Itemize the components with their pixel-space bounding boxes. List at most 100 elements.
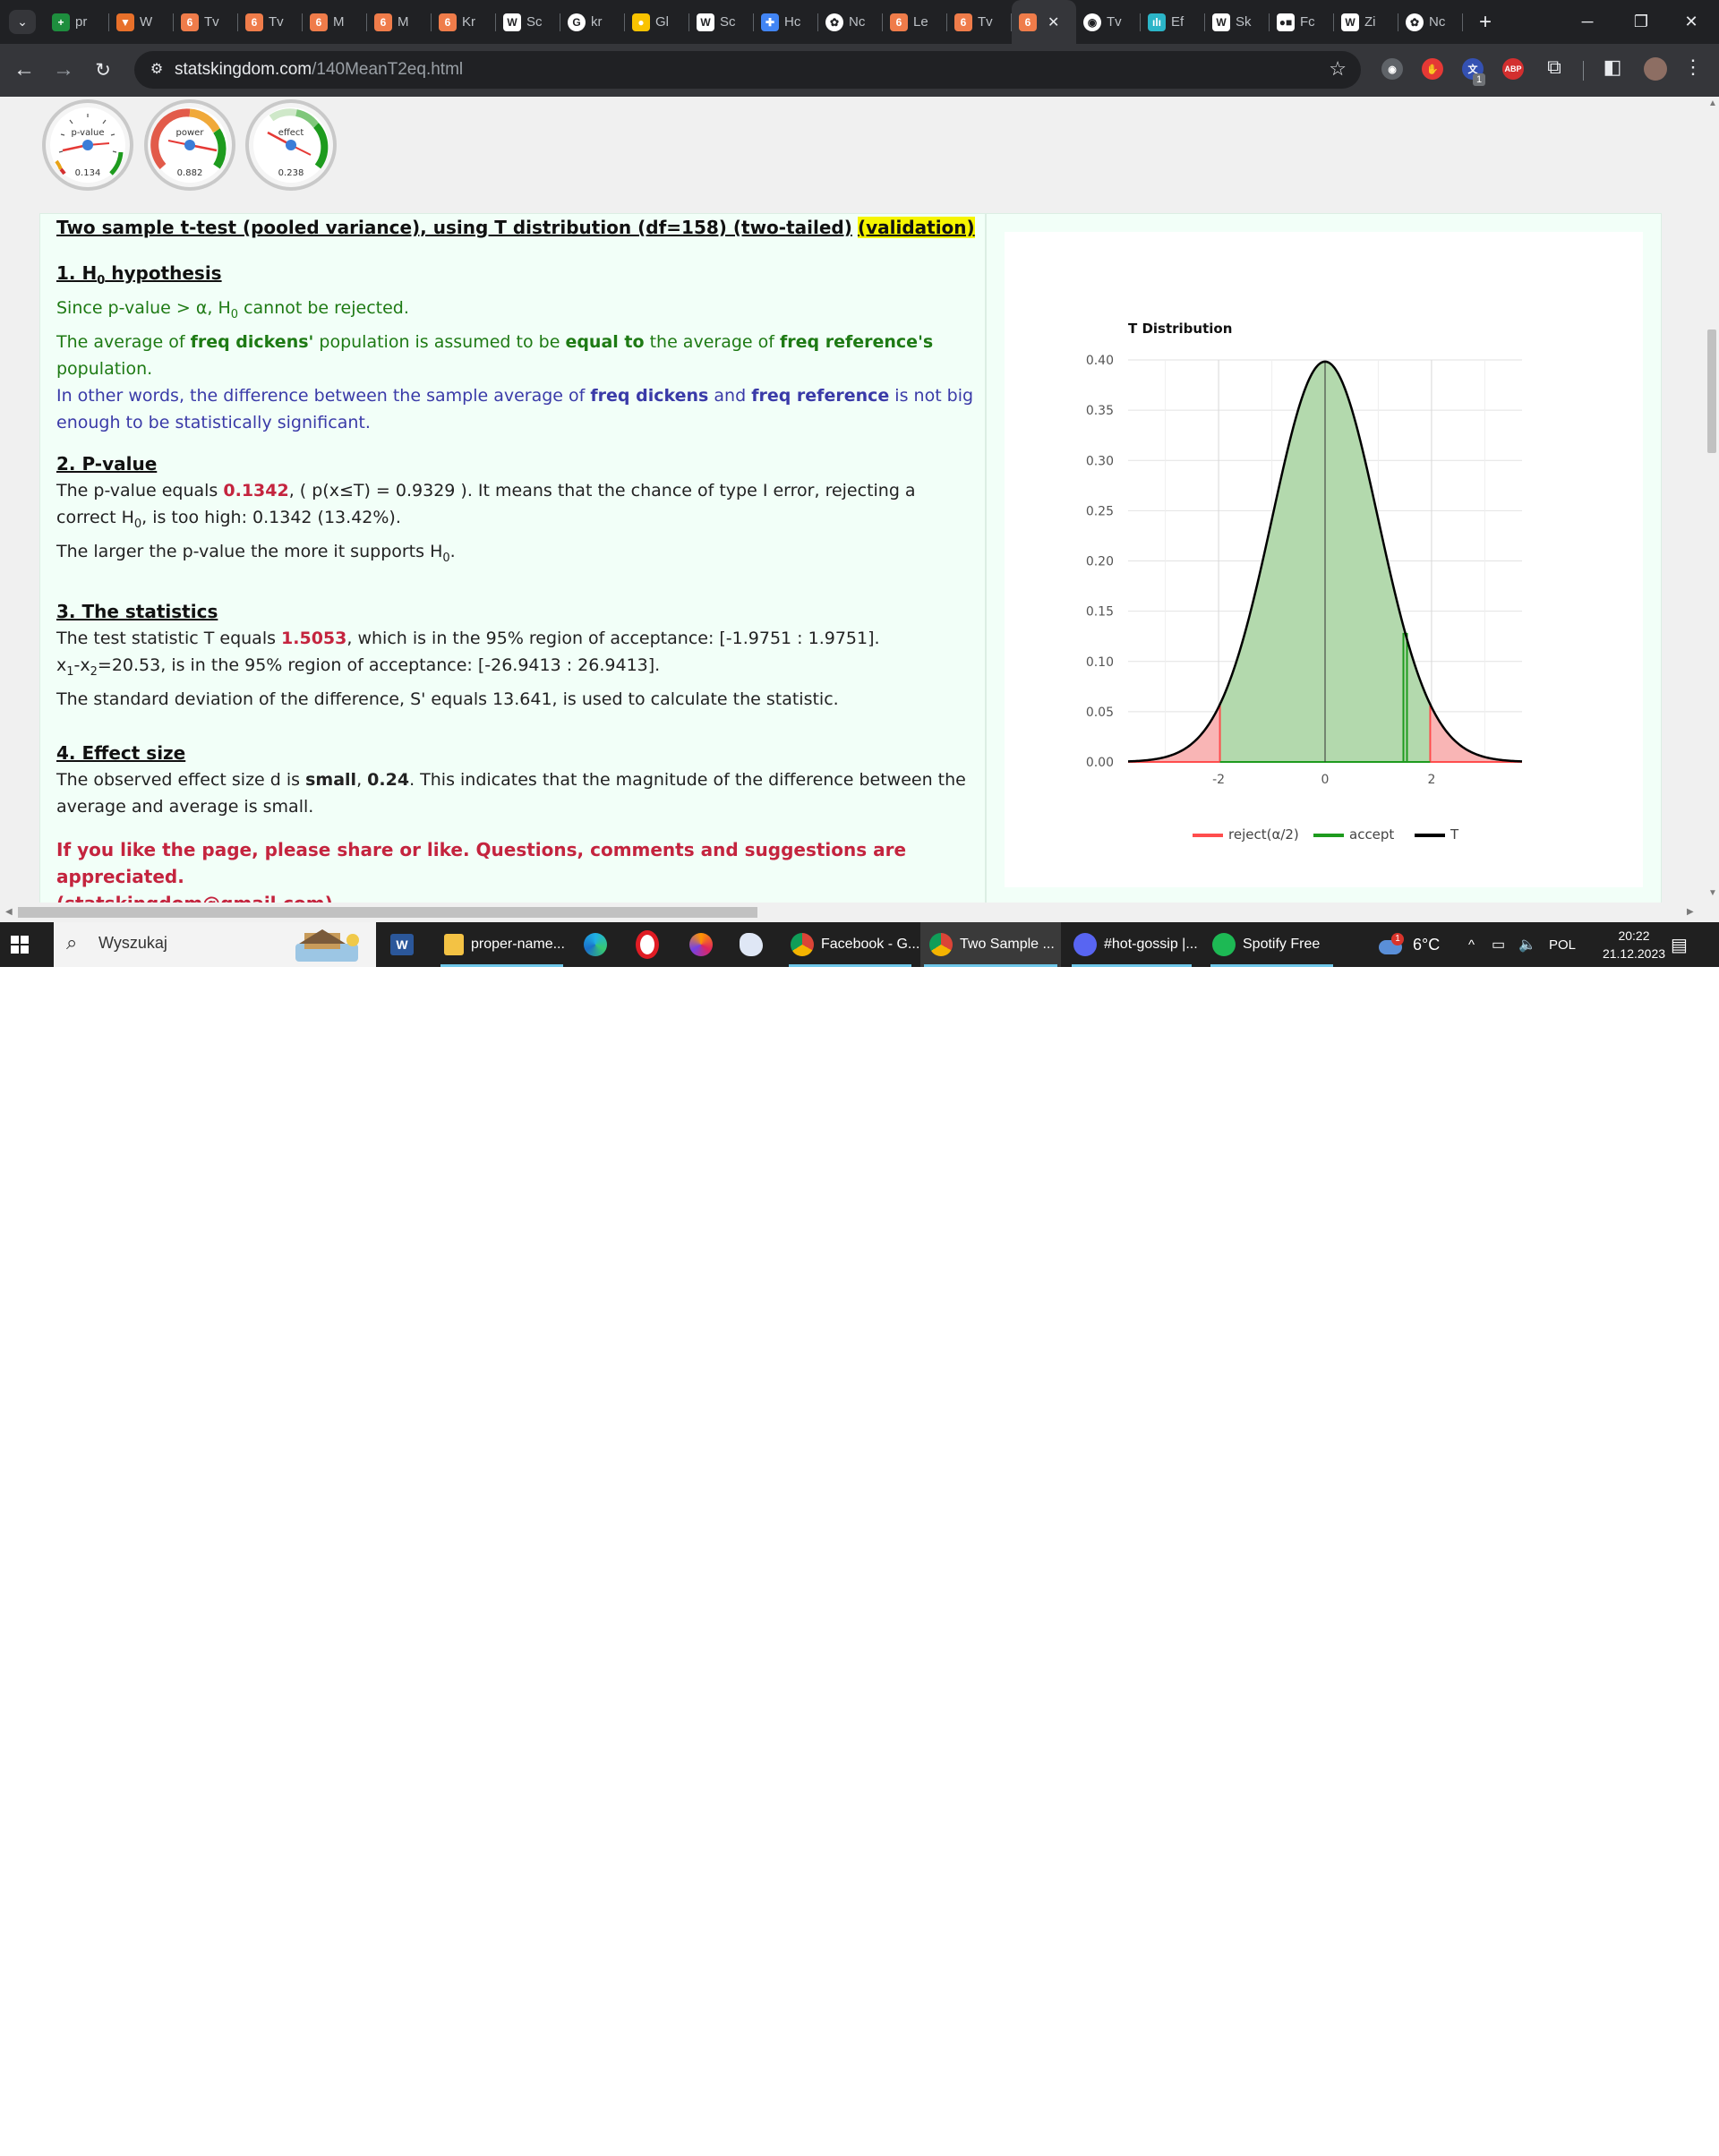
forward-button[interactable]: → [48,55,79,85]
x-tick-label: -2 [1212,773,1225,787]
browser-tab[interactable]: ✚ Hc [754,0,818,44]
start-button[interactable] [11,922,29,967]
edge-app-icon[interactable] [584,922,614,967]
effect-size-gauge: effect 0.238 [245,99,337,191]
word-app-icon[interactable]: W [390,922,414,967]
chrome-icon [791,933,814,956]
scroll-left-arrow-icon[interactable]: ◀ [5,907,13,917]
taskbar-chrome-two-sample[interactable]: Two Sample ... [920,922,1061,967]
chatgpt-icon: ✿ [1406,13,1424,31]
tab-active[interactable]: 6 ✕ [1012,0,1076,44]
sheets-icon: + [52,13,70,31]
browser-tab[interactable]: ✿ Nc [1398,0,1463,44]
browser-tab[interactable]: 6 Tv [174,0,238,44]
tab-label: Fc [1300,14,1315,30]
tab-label: Sc [720,14,736,30]
firefox-app-icon[interactable] [689,922,720,967]
gauge-label: effect [278,128,304,138]
weather-widget[interactable]: 1 6°C [1377,922,1440,967]
profile-avatar[interactable] [1644,57,1667,81]
url-path: /140MeanT2eq.html [312,60,464,79]
browser-tab[interactable]: 6M [303,0,367,44]
browser-tab[interactable]: ◉ Tv [1076,0,1141,44]
browser-tab[interactable]: + pr [45,0,109,44]
reload-button[interactable]: ↻ [88,55,118,85]
tab-label: W [140,14,153,30]
site-info-icon[interactable]: ⚙ [147,60,167,80]
vertical-scrollbar[interactable]: ▲ ▼ [1705,97,1719,903]
scroll-down-arrow-icon[interactable]: ▼ [1708,888,1717,898]
clock[interactable]: 20:22 21.12.2023 [1585,922,1683,967]
taskbar-spotify[interactable]: Spotify Free [1207,922,1337,967]
camera-icon: ●■ [1277,13,1295,31]
minimize-button[interactable]: ─ [1558,0,1617,44]
contact-email[interactable]: (statskingdom@gmail.com) [56,890,979,903]
adblock-plus-icon[interactable]: ABP [1502,58,1524,80]
taskbar-search[interactable]: ⌕ Wyszukaj [54,922,376,967]
browser-tab[interactable]: 6 Kr [432,0,496,44]
browser-tab[interactable]: Gkr [560,0,625,44]
paint-app-icon[interactable] [740,922,770,967]
vertical-scroll-thumb[interactable] [1707,329,1716,453]
browser-tab[interactable]: ✿ Nc [818,0,883,44]
bookmark-star-icon[interactable]: ☆ [1329,57,1347,81]
gauge-value: 0.238 [278,168,304,178]
gauge-label: power [176,128,205,138]
tab-label: Hc [784,14,801,30]
extensions-puzzle-icon[interactable]: ⧉ [1541,56,1568,79]
address-bar[interactable]: ⚙ statskingdom.com/140MeanT2eq.html ☆ [134,51,1361,89]
legend-swatch [1313,834,1344,837]
section-pvalue-title: 2. P-value [56,452,158,475]
language-indicator[interactable]: POL [1549,922,1576,967]
chart-card: 0.00 0.05 0.10 0.15 0.20 0.25 0.30 0.35 0.40 -2 0 2… [1005,232,1643,887]
browser-tab[interactable]: 6M [367,0,432,44]
restore-icon: ❐ [1633,13,1649,30]
extension-owl-icon[interactable]: ◉ [1381,58,1403,80]
opera-app-icon[interactable] [636,922,666,967]
browser-tab[interactable]: W Sc [689,0,754,44]
browser-tab[interactable]: ● Gl [625,0,689,44]
scroll-right-arrow-icon[interactable]: ▶ [1687,907,1694,917]
browser-tab[interactable]: ılı Ef [1141,0,1205,44]
wikipedia-icon: W [1212,13,1230,31]
browser-tab[interactable]: 6 Le [883,0,947,44]
statskingdom-icon: 6 [1019,13,1037,31]
notifications-icon[interactable]: ▤ [1671,922,1688,967]
back-button[interactable]: ← [9,55,39,85]
volume-icon[interactable]: 🔈 [1518,922,1536,967]
network-icon[interactable]: ▭ [1492,922,1505,967]
close-window-button[interactable]: ✕ [1662,0,1719,44]
close-tab-icon[interactable]: ✕ [1048,13,1059,31]
horizontal-scroll-thumb[interactable] [18,907,757,918]
wikipedia-icon: W [503,13,521,31]
new-tab-button[interactable]: + [1472,10,1499,35]
taskbar-discord[interactable]: #hot-gossip |... [1068,922,1198,967]
bookmark-icon: ▼ [116,13,134,31]
browser-tab[interactable]: ●■ Fc [1270,0,1334,44]
scroll-up-arrow-icon[interactable]: ▲ [1708,98,1717,108]
browser-tab[interactable]: 6 Tv [947,0,1012,44]
horizontal-scrollbar[interactable]: ◀ ▶ [0,903,1705,922]
tab-search-button[interactable]: ⌄ [9,10,36,34]
taskbar-chrome-facebook[interactable]: Facebook - G... [785,922,919,967]
toolbar-divider [1583,61,1584,81]
page-viewport: p-value 0.134 power 0.882 effect 0.238 T… [0,97,1705,903]
validation-link[interactable]: (validation) [857,217,975,238]
browser-tab[interactable]: ▼ W [109,0,174,44]
browser-tab[interactable]: W Sk [1205,0,1270,44]
results-panel: Two sample t-test (pooled variance), usi… [39,213,986,903]
y-tick-label: 0.05 [1086,706,1114,720]
side-panel-icon[interactable]: ◧ [1599,56,1626,79]
taskbar-file-explorer[interactable]: proper-name... [437,922,567,967]
clock-time: 20:22 [1618,928,1650,943]
tab-label: Sk [1236,14,1252,30]
extension-hand-icon[interactable]: ✋ [1422,58,1443,80]
browser-tab[interactable]: W Zi [1334,0,1398,44]
browser-tab[interactable]: 6 Tv [238,0,303,44]
chevron-up-icon[interactable]: ^ [1468,922,1475,967]
tab-label: Kr [462,14,475,30]
tab-label: kr [591,14,603,30]
kebab-menu-icon[interactable]: ⋮ [1680,56,1706,79]
url-text[interactable]: statskingdom.com/140MeanT2eq.html [175,60,463,80]
browser-tab[interactable]: W Sc [496,0,560,44]
